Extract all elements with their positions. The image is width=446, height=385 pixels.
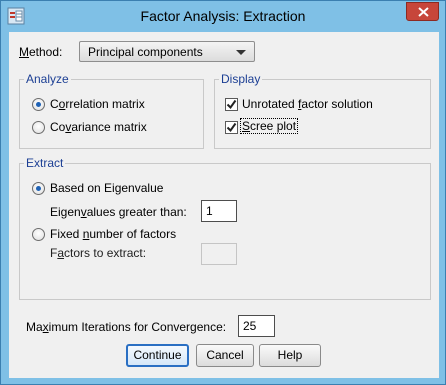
factors-to-extract-input[interactable] — [201, 243, 237, 265]
covariance-matrix-radio[interactable] — [32, 121, 45, 134]
eigenvalue-radio-label[interactable]: Based on Eigenvalue — [50, 181, 163, 195]
unrotated-solution-checkbox[interactable] — [225, 98, 238, 111]
scree-plot-checkbox[interactable] — [225, 121, 238, 134]
method-dropdown[interactable]: Principal components — [79, 41, 255, 62]
chevron-down-icon — [236, 50, 246, 55]
checkmark-icon — [226, 99, 237, 110]
fixed-factors-radio[interactable] — [32, 228, 45, 241]
window-title: Factor Analysis: Extraction — [140, 8, 306, 24]
max-iterations-input[interactable]: 25 — [238, 315, 275, 337]
max-iterations-label: Maximum Iterations for Convergence: — [26, 320, 227, 334]
eigenvalue-threshold-input[interactable]: 1 — [201, 200, 237, 222]
help-button[interactable]: Help — [259, 344, 321, 367]
continue-button[interactable]: Continue — [126, 344, 189, 367]
unrotated-solution-label[interactable]: Unrotated factor solution — [242, 97, 373, 111]
factors-to-extract-label: Factors to extract: — [50, 246, 147, 260]
fixed-factors-label[interactable]: Fixed number of factors — [50, 227, 176, 241]
correlation-matrix-radio[interactable] — [32, 98, 45, 111]
analyze-group: Analyze Correlation matrix Covariance ma… — [19, 72, 204, 149]
display-group: Display Unrotated factor solution Scree … — [214, 72, 431, 149]
scree-plot-label[interactable]: Scree plot — [239, 118, 299, 134]
eigenvalue-threshold-label: Eigenvalues greater than: — [50, 205, 187, 219]
extract-legend: Extract — [24, 156, 66, 170]
analyze-legend: Analyze — [24, 72, 71, 86]
correlation-matrix-label[interactable]: Correlation matrix — [50, 97, 145, 111]
checkmark-icon — [226, 122, 237, 133]
method-label: Method: — [19, 45, 63, 59]
display-legend: Display — [219, 72, 263, 86]
close-button[interactable] — [406, 2, 439, 21]
covariance-matrix-label[interactable]: Covariance matrix — [50, 120, 147, 134]
method-selected: Principal components — [88, 45, 203, 59]
title-bar[interactable]: Factor Analysis: Extraction — [1, 1, 445, 32]
extract-group: Extract Based on Eigenvalue Eigenvalues … — [19, 156, 431, 300]
close-icon — [418, 7, 429, 17]
dialog-window: Factor Analysis: Extraction Method: Prin… — [0, 0, 446, 385]
eigenvalue-radio[interactable] — [32, 182, 45, 195]
dialog-client-area: Method: Principal components Analyze Cor… — [9, 32, 439, 378]
cancel-button[interactable]: Cancel — [196, 344, 254, 367]
